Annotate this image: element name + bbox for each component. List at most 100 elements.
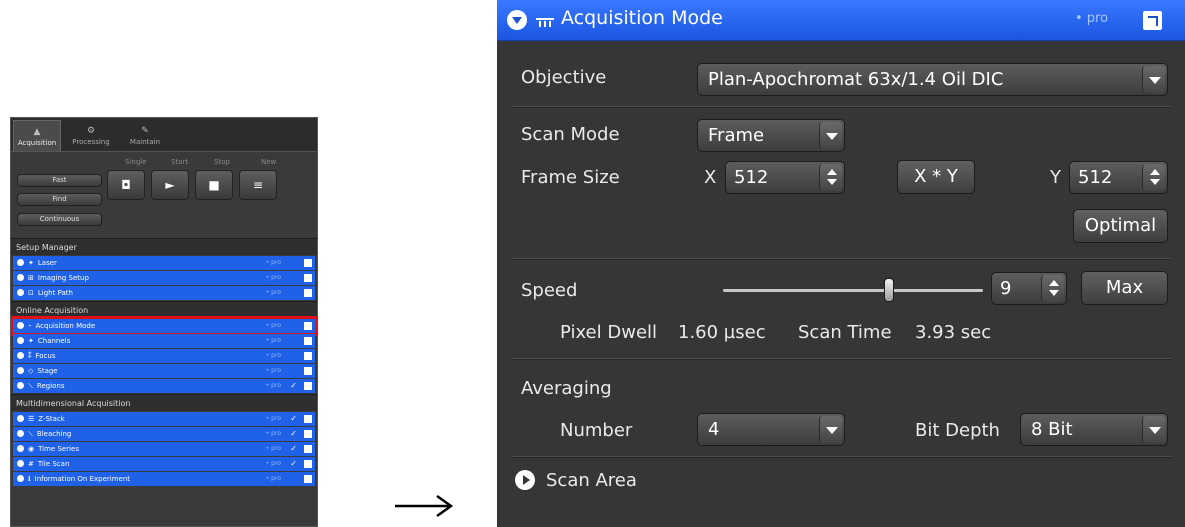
spinner-arrows-icon[interactable]	[1041, 275, 1064, 302]
expand-icon[interactable]	[17, 415, 24, 422]
popout-icon[interactable]	[304, 430, 312, 438]
expand-icon[interactable]	[17, 460, 24, 467]
spinner-arrows-icon[interactable]	[1142, 164, 1165, 191]
popout-icon[interactable]	[304, 382, 312, 390]
continuous-button[interactable]: Continuous	[17, 213, 102, 226]
section-online-acquisition: Online Acquisition	[11, 301, 317, 318]
x-times-y-button[interactable]: X * Y	[897, 160, 975, 194]
chevron-down-icon[interactable]	[819, 416, 842, 443]
check-icon[interactable]: ✓	[290, 427, 297, 441]
bit-depth-select[interactable]: 8 Bit	[1020, 413, 1168, 446]
expand-right-icon[interactable]	[515, 470, 535, 490]
tool-row-light-path[interactable]: ⊡ Light Path • pro	[13, 286, 315, 300]
pixel-dwell-label: Pixel Dwell	[560, 322, 658, 343]
expand-icon[interactable]	[17, 430, 24, 437]
time-series-icon: ◉	[28, 445, 35, 453]
scan-area-label[interactable]: Scan Area	[546, 470, 637, 491]
expand-icon[interactable]	[17, 352, 24, 359]
fast-button[interactable]: Fast	[17, 174, 102, 187]
find-button[interactable]: Find	[17, 193, 102, 206]
popout-icon[interactable]	[304, 352, 312, 360]
section-setup-manager: Setup Manager	[11, 238, 317, 255]
pro-badge[interactable]: • pro	[1075, 11, 1108, 26]
popout-icon[interactable]	[304, 367, 312, 375]
tool-row-tile-scan[interactable]: # Tile Scan • pro ✓	[13, 457, 315, 471]
expand-icon[interactable]	[17, 274, 24, 281]
expand-icon[interactable]	[17, 475, 24, 482]
popout-icon[interactable]	[304, 274, 312, 282]
snap-button[interactable]: ◘	[107, 170, 145, 200]
expand-icon[interactable]	[17, 322, 24, 329]
popout-icon[interactable]	[304, 259, 312, 267]
popout-icon[interactable]	[304, 460, 312, 468]
tool-row-stage[interactable]: ◇ Stage • pro	[13, 364, 315, 378]
maintain-icon: ✎	[141, 126, 149, 136]
bit-depth-label: Bit Depth	[915, 420, 1000, 441]
section-multidimensional-acquisition: Multidimensional Acquisition	[11, 394, 317, 411]
expand-icon[interactable]	[17, 382, 24, 389]
speed-slider-track[interactable]	[723, 289, 983, 292]
scan-mode-select[interactable]: Frame	[697, 119, 845, 152]
chevron-down-icon[interactable]	[1142, 66, 1165, 93]
check-icon[interactable]: ✓	[290, 412, 297, 426]
popout-icon[interactable]	[304, 415, 312, 423]
objective-select[interactable]: Plan-Apochromat 63x/1.4 Oil DIC	[697, 63, 1168, 96]
tool-row-z-stack[interactable]: ☰ Z-Stack • pro ✓	[13, 412, 315, 426]
focus-icon: ⁑	[28, 352, 32, 360]
arrow-right-icon	[395, 494, 454, 518]
check-icon[interactable]: ✓	[290, 442, 297, 456]
expand-icon[interactable]	[17, 337, 24, 344]
frame-size-label: Frame Size	[521, 167, 620, 188]
popout-icon[interactable]	[304, 445, 312, 453]
max-button[interactable]: Max	[1081, 271, 1168, 305]
channels-icon: ✦	[28, 337, 34, 345]
single-label: Single	[125, 158, 147, 166]
popout-icon[interactable]	[1143, 11, 1162, 30]
new-label: New	[261, 158, 277, 166]
expand-icon[interactable]	[17, 259, 24, 266]
frame-size-x-spinbox[interactable]: 512	[725, 161, 845, 194]
speed-spinbox[interactable]: 9	[991, 272, 1067, 305]
frame-size-y-spinbox[interactable]: 512	[1069, 161, 1168, 194]
tool-row-focus[interactable]: ⁑ Focus • pro	[13, 349, 315, 363]
tool-row-laser[interactable]: ✦ Laser • pro	[13, 256, 315, 270]
tool-row-bleaching[interactable]: ⟍ Bleaching • pro ✓	[13, 427, 315, 441]
averaging-number-select[interactable]: 4	[697, 413, 845, 446]
expand-icon[interactable]	[17, 445, 24, 452]
start-label: Start	[171, 158, 189, 166]
chevron-down-icon[interactable]	[1142, 416, 1165, 443]
optimal-button[interactable]: Optimal	[1073, 209, 1168, 243]
start-button[interactable]: ►	[151, 170, 189, 200]
expand-icon[interactable]	[17, 367, 24, 374]
popout-icon[interactable]	[304, 337, 312, 345]
tool-row-time-series[interactable]: ◉ Time Series • pro ✓	[13, 442, 315, 456]
stop-button[interactable]: ■	[195, 170, 233, 200]
tool-row-regions[interactable]: ⟍ Regions • pro ✓	[13, 379, 315, 393]
collapse-toggle-icon[interactable]	[507, 10, 527, 30]
popout-icon[interactable]	[304, 475, 312, 483]
acquisition-icon: ▲	[33, 127, 41, 137]
tab-maintain[interactable]: ✎ Maintain	[121, 120, 169, 151]
check-icon[interactable]: ✓	[290, 379, 297, 393]
tab-acquisition[interactable]: ▲ Acquisition	[13, 120, 61, 151]
check-icon[interactable]: ✓	[290, 457, 297, 471]
play-icon: ►	[165, 178, 175, 192]
frame-size-x-value: 512	[734, 167, 769, 188]
chevron-down-icon[interactable]	[819, 122, 842, 149]
popout-icon[interactable]	[304, 322, 312, 330]
objective-value: Plan-Apochromat 63x/1.4 Oil DIC	[708, 69, 1004, 90]
stop-icon: ■	[208, 178, 220, 192]
laser-icon: ✦	[28, 259, 34, 267]
spinner-arrows-icon[interactable]	[819, 164, 842, 191]
tab-processing[interactable]: ⚙ Processing	[67, 120, 115, 151]
tool-row-imaging-setup[interactable]: ⊞ Imaging Setup • pro	[13, 271, 315, 285]
divider	[511, 106, 1171, 108]
expand-icon[interactable]	[17, 289, 24, 296]
scan-mode-label: Scan Mode	[521, 124, 620, 145]
tool-row-acquisition-mode[interactable]: ⁃ Acquisition Mode • pro	[11, 316, 317, 336]
popout-icon[interactable]	[304, 289, 312, 297]
tool-row-channels[interactable]: ✦ Channels • pro	[13, 334, 315, 348]
speed-slider-handle[interactable]	[884, 278, 895, 302]
new-button[interactable]: ≡	[239, 170, 277, 200]
tool-row-information-on-experiment[interactable]: ℹ Information On Experiment • pro	[13, 472, 315, 486]
